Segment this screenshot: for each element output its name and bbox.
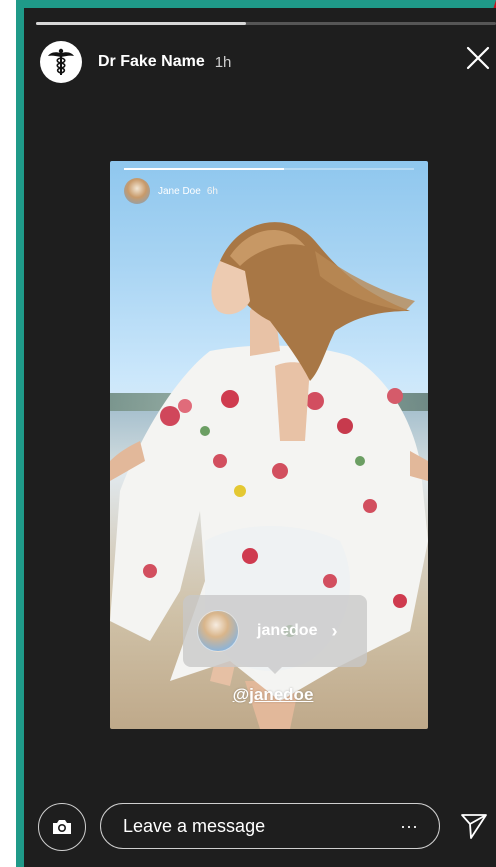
story-progress-bar bbox=[36, 22, 496, 25]
message-input[interactable] bbox=[101, 814, 389, 838]
close-button[interactable] bbox=[460, 38, 496, 78]
chevron-right-icon: › bbox=[331, 620, 338, 641]
story-timestamp: 1h bbox=[214, 53, 232, 71]
story-header: Dr Fake Name 1h bbox=[40, 40, 231, 84]
screenshot-frame: Dr Fake Name 1h Jane Doe 6h janedoe › @j… bbox=[0, 0, 496, 867]
send-icon bbox=[461, 814, 487, 839]
caduceus-icon bbox=[48, 48, 74, 75]
mention-avatar bbox=[197, 610, 239, 652]
close-icon bbox=[466, 46, 490, 70]
shared-post-author: Jane Doe bbox=[158, 185, 201, 197]
mention-profile-chip[interactable]: janedoe › bbox=[183, 595, 367, 667]
message-box: ··· bbox=[100, 803, 440, 849]
shared-post-avatar bbox=[124, 178, 150, 204]
more-options-button[interactable]: ··· bbox=[389, 806, 429, 846]
author-avatar[interactable] bbox=[40, 41, 82, 83]
mention-username: janedoe bbox=[257, 622, 318, 639]
shared-post-progress-fill bbox=[124, 168, 284, 170]
shared-post-progress bbox=[124, 168, 414, 170]
author-name[interactable]: Dr Fake Name bbox=[98, 53, 205, 71]
send-button[interactable] bbox=[454, 806, 494, 846]
story-screen: Dr Fake Name 1h Jane Doe 6h janedoe › @j… bbox=[24, 8, 496, 867]
shared-post-timestamp: 6h bbox=[206, 185, 218, 197]
shared-post-card[interactable]: Jane Doe 6h janedoe › @janedoe bbox=[110, 161, 428, 729]
camera-button[interactable] bbox=[38, 803, 86, 851]
mention-chip-pointer bbox=[268, 667, 282, 674]
mention-link[interactable]: @janedoe bbox=[228, 685, 318, 705]
story-progress-fill bbox=[36, 22, 246, 25]
shared-post-header: Jane Doe 6h bbox=[124, 178, 218, 204]
camera-icon bbox=[53, 820, 71, 834]
